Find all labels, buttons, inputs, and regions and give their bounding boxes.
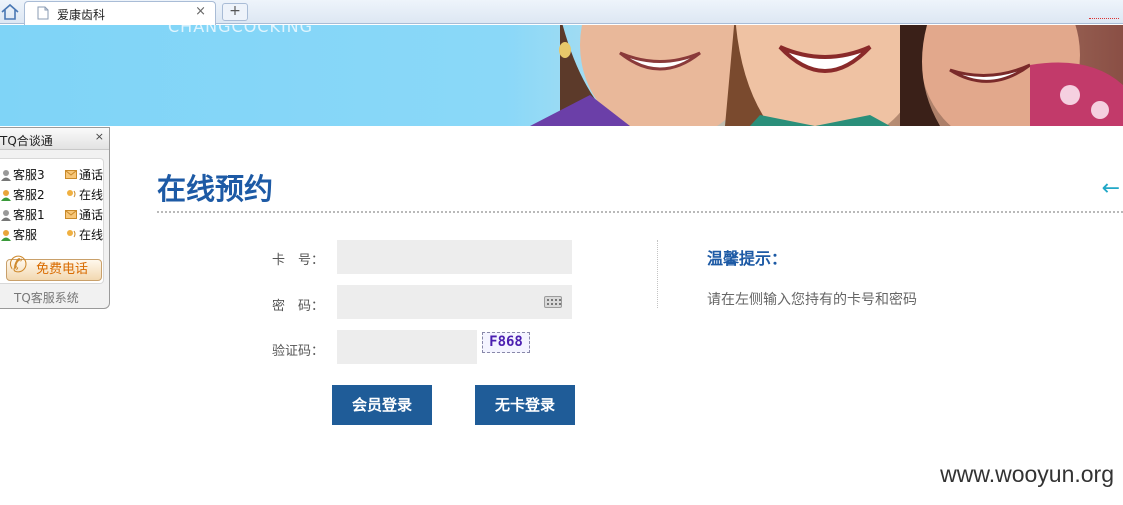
- tq-chat-widget: TQ合谈通 × 客服3 通话 客服2 在线 客服1 通话 客服 在线 ✆ 免费电…: [0, 127, 110, 309]
- agent-avatar-icon: [1, 209, 11, 221]
- captcha-label: 验证码：: [271, 344, 324, 359]
- keyboard-icon[interactable]: [544, 296, 562, 308]
- tq-agent-row[interactable]: 客服3 通话: [0, 166, 104, 184]
- tq-agent-list: 客服3 通话 客服2 在线 客服1 通话 客服 在线 ✆ 免费电话: [0, 158, 104, 284]
- tips-title: 温馨提示：: [707, 249, 788, 268]
- agent-avatar-icon: [1, 189, 11, 201]
- envelope-icon: [65, 210, 77, 219]
- member-login-button[interactable]: 会员登录: [332, 385, 432, 425]
- tips-text: 请在左侧输入您持有的卡号和密码: [707, 292, 917, 308]
- title-divider: [157, 211, 1123, 213]
- tq-agent-row[interactable]: 客服2 在线: [0, 186, 104, 204]
- phone-icon: ✆: [9, 253, 28, 278]
- online-icon: [67, 190, 76, 198]
- tab-close-icon[interactable]: ×: [195, 4, 206, 19]
- card-number-label: 卡 号：: [271, 253, 324, 268]
- banner-photo: [530, 25, 1123, 126]
- captcha-input[interactable]: [337, 330, 477, 364]
- page-icon: [37, 6, 49, 20]
- back-arrow-icon[interactable]: ←: [1102, 176, 1120, 201]
- tq-agent-row[interactable]: 客服 在线: [0, 226, 104, 244]
- tq-agent-row[interactable]: 客服1 通话: [0, 206, 104, 224]
- browser-tab[interactable]: 爱康齿科 ×: [24, 1, 216, 25]
- tq-agent-name: 客服3: [13, 168, 45, 182]
- tq-agent-name: 客服: [13, 228, 38, 242]
- card-number-input[interactable]: [337, 240, 572, 274]
- free-call-label: 免费电话: [35, 262, 88, 277]
- online-icon: [67, 230, 76, 238]
- watermark: www.wooyun.org: [940, 461, 1114, 487]
- form-tips-divider: [657, 240, 658, 308]
- banner: CHANGCOCKING: [0, 25, 1123, 126]
- tq-close-icon[interactable]: ×: [95, 130, 104, 143]
- tab-title: 爱康齿科: [57, 8, 106, 22]
- page-title: 在线预约: [157, 172, 274, 206]
- tq-agent-status: 通话: [79, 208, 104, 222]
- tq-agent-status: 通话: [79, 168, 104, 182]
- tq-agent-name: 客服2: [13, 188, 45, 202]
- tq-title: TQ合谈通: [0, 134, 53, 148]
- browser-tab-bar: 爱康齿科 × +: [0, 0, 1123, 25]
- tq-footer: TQ客服系统: [14, 291, 79, 305]
- password-input[interactable]: [337, 285, 572, 319]
- agent-avatar-icon: [1, 169, 11, 181]
- tab-bar-divider: [1089, 18, 1119, 19]
- envelope-icon: [65, 170, 77, 179]
- captcha-image[interactable]: F868: [482, 332, 530, 353]
- new-tab-button[interactable]: +: [222, 3, 248, 21]
- banner-partial-text: CHANGCOCKING: [168, 25, 314, 36]
- agent-avatar-icon: [1, 229, 11, 241]
- tq-agent-status: 在线: [79, 188, 104, 202]
- tq-header: TQ合谈通 ×: [0, 128, 109, 150]
- tq-agent-status: 在线: [79, 228, 104, 242]
- no-card-login-button[interactable]: 无卡登录: [475, 385, 575, 425]
- tq-agent-name: 客服1: [13, 208, 45, 222]
- password-label: 密 码：: [271, 299, 324, 314]
- free-call-button[interactable]: ✆ 免费电话: [6, 253, 102, 281]
- home-icon[interactable]: [0, 2, 20, 22]
